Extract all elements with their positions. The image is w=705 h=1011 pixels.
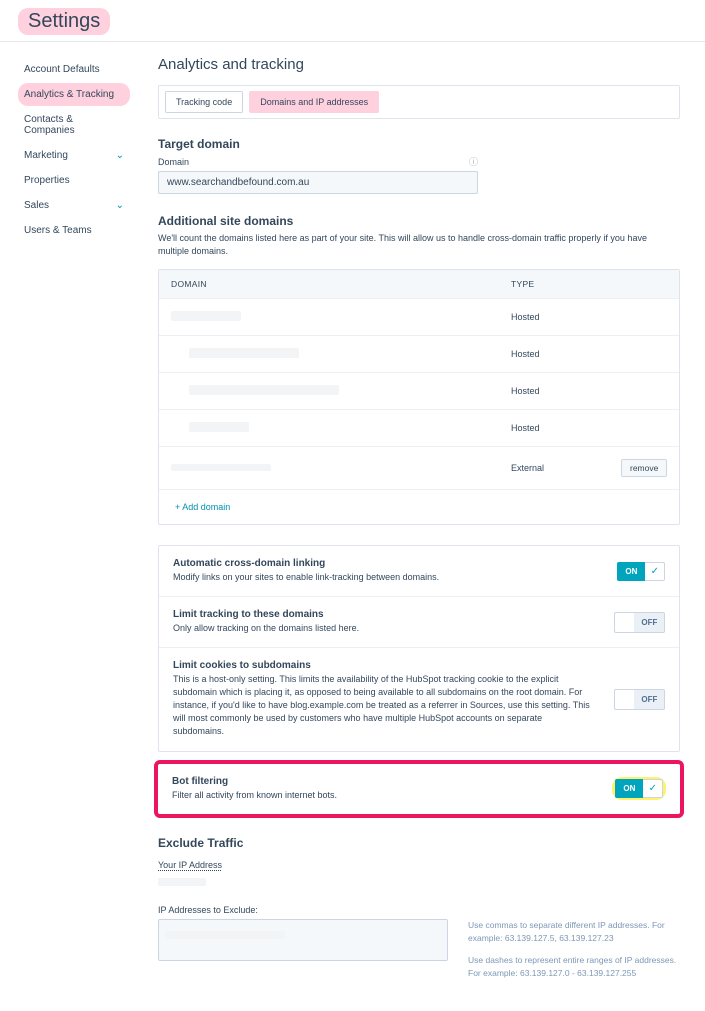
toggle-knob (614, 689, 634, 710)
toggle-label: OFF (634, 689, 665, 710)
table-row: External remove (159, 446, 679, 489)
option-cross-domain: Automatic cross-domain linking Modify li… (159, 546, 679, 596)
your-ip-value-redacted (158, 878, 206, 886)
sidebar-item-label: Account Defaults (24, 64, 100, 75)
domain-cell-redacted (189, 385, 339, 395)
exclude-traffic-heading: Exclude Traffic (158, 836, 680, 850)
type-cell: Hosted (511, 386, 621, 396)
toggle-knob (614, 612, 634, 633)
info-icon[interactable]: ⓘ (469, 155, 478, 168)
col-domain-header: DOMAIN (171, 279, 511, 289)
sidebar-item-label: Analytics & Tracking (24, 89, 114, 100)
table-row: Hosted (159, 335, 679, 372)
ips-to-exclude-label: IP Addresses to Exclude: (158, 905, 680, 915)
toggle-label: OFF (634, 612, 665, 633)
ip-value-redacted (165, 931, 285, 939)
chevron-down-icon: ⌄ (116, 200, 124, 211)
sidebar-item-label: Users & Teams (24, 225, 92, 236)
additional-domains-desc: We'll count the domains listed here as p… (158, 232, 680, 257)
option-desc: Filter all activity from known internet … (172, 789, 588, 802)
cross-domain-toggle[interactable]: ON✓ (617, 562, 665, 581)
domain-field-label: Domain (158, 157, 189, 167)
option-title: Limit tracking to these domains (173, 609, 590, 620)
tab-domains-ip[interactable]: Domains and IP addresses (249, 91, 379, 113)
check-icon: ✓ (643, 779, 663, 798)
sidebar-item-properties[interactable]: Properties (18, 169, 130, 192)
sidebar-item-label: Marketing (24, 150, 68, 161)
ip-help-line: Use dashes to represent entire ranges of… (468, 954, 680, 981)
option-title: Bot filtering (172, 776, 588, 787)
domain-cell-redacted (189, 422, 249, 432)
type-cell: Hosted (511, 349, 621, 359)
sidebar-item-marketing[interactable]: Marketing ⌄ (18, 144, 130, 167)
chevron-down-icon: ⌄ (116, 150, 124, 161)
option-limit-cookies: Limit cookies to subdomains This is a ho… (159, 648, 679, 750)
sidebar-item-sales[interactable]: Sales ⌄ (18, 194, 130, 217)
check-icon: ✓ (645, 562, 665, 581)
your-ip-label: Your IP Address (158, 860, 222, 870)
option-desc: Modify links on your sites to enable lin… (173, 571, 593, 584)
limit-domains-toggle[interactable]: OFF (614, 612, 665, 633)
page-title: Analytics and tracking (158, 56, 680, 73)
ip-help-text: Use commas to separate different IP addr… (468, 919, 680, 981)
option-bot-filtering: Bot filtering Filter all activity from k… (158, 764, 680, 814)
main-content: Analytics and tracking Tracking code Dom… (130, 42, 705, 1011)
sidebar-item-analytics-tracking[interactable]: Analytics & Tracking (18, 83, 130, 106)
tab-bar: Tracking code Domains and IP addresses (158, 85, 680, 119)
sidebar-item-account-defaults[interactable]: Account Defaults (18, 58, 130, 81)
table-row: Hosted (159, 372, 679, 409)
sidebar-item-label: Sales (24, 200, 49, 211)
sidebar-item-label: Properties (24, 175, 70, 186)
sidebar-item-contacts-companies[interactable]: Contacts & Companies (18, 108, 130, 142)
table-row: Hosted (159, 298, 679, 335)
toggle-label: ON (617, 562, 645, 581)
domain-cell-redacted (171, 464, 271, 471)
add-domain-button[interactable]: + Add domain (159, 489, 679, 524)
settings-sidebar: Account Defaults Analytics & Tracking Co… (0, 42, 130, 1011)
tracking-options: Automatic cross-domain linking Modify li… (158, 545, 680, 751)
table-row: Hosted (159, 409, 679, 446)
type-cell: Hosted (511, 423, 621, 433)
sidebar-item-users-teams[interactable]: Users & Teams (18, 219, 130, 242)
limit-cookies-toggle[interactable]: OFF (614, 689, 665, 710)
type-cell: External (511, 463, 621, 473)
sidebar-item-label: Contacts & Companies (24, 114, 124, 136)
option-desc: This is a host-only setting. This limits… (173, 673, 590, 738)
toggle-label: ON (615, 779, 643, 798)
option-desc: Only allow tracking on the domains liste… (173, 622, 590, 635)
domains-table: DOMAIN TYPE Hosted Hosted Hosted (158, 269, 680, 525)
domain-cell-redacted (171, 311, 241, 321)
tab-tracking-code[interactable]: Tracking code (165, 91, 243, 113)
option-title: Limit cookies to subdomains (173, 660, 590, 671)
domain-cell-redacted (189, 348, 299, 358)
target-domain-heading: Target domain (158, 137, 680, 151)
type-cell: Hosted (511, 312, 621, 322)
ip-help-line: Use commas to separate different IP addr… (468, 919, 680, 946)
additional-domains-heading: Additional site domains (158, 214, 680, 228)
option-title: Automatic cross-domain linking (173, 558, 593, 569)
target-domain-input[interactable] (158, 171, 478, 194)
page-header-title: Settings (18, 8, 110, 35)
remove-domain-button[interactable]: remove (621, 459, 667, 477)
col-type-header: TYPE (511, 279, 621, 289)
option-limit-domains: Limit tracking to these domains Only all… (159, 597, 679, 647)
table-header: DOMAIN TYPE (159, 270, 679, 298)
bot-filtering-highlight: Bot filtering Filter all activity from k… (154, 760, 684, 818)
ip-exclude-input[interactable] (158, 919, 448, 961)
page-header: Settings (0, 0, 705, 41)
bot-filtering-toggle[interactable]: ON✓ (615, 779, 663, 798)
